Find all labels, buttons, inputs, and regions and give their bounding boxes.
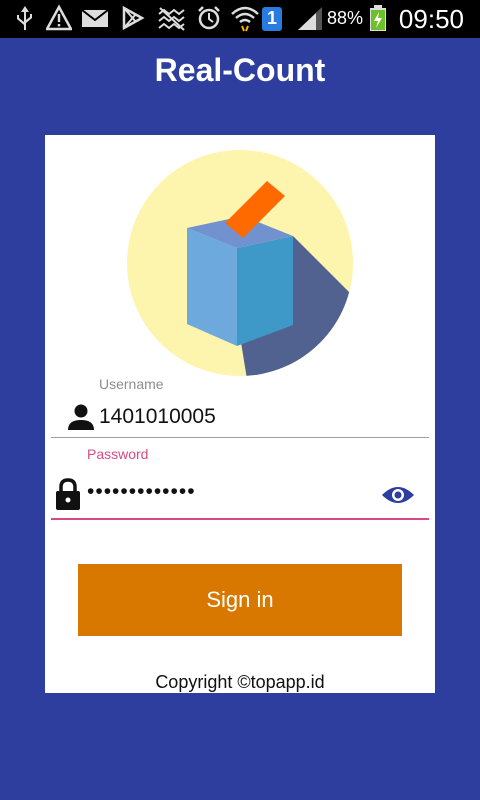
lock-icon (56, 478, 80, 510)
signal-icon (298, 7, 322, 30)
username-field[interactable]: 1401010005 (99, 405, 216, 429)
alarm-icon (198, 6, 220, 30)
no-signal-icon (158, 7, 185, 31)
username-label: Username (99, 376, 164, 392)
status-bar: 1 88% 09:50 (0, 0, 480, 38)
warning-icon (46, 4, 72, 31)
password-field[interactable]: ••••••••••••• (87, 480, 196, 504)
battery-icon (370, 5, 386, 31)
person-icon (68, 404, 94, 430)
usb-icon (17, 6, 32, 30)
wifi-icon (231, 6, 259, 32)
sim-badge: 1 (266, 8, 277, 28)
password-underline (51, 518, 429, 520)
password-label: Password (87, 446, 149, 462)
eye-icon[interactable] (381, 483, 415, 507)
play-store-icon (122, 5, 145, 31)
mail-icon (81, 9, 109, 27)
ballot-box-icon (127, 150, 353, 376)
username-underline (51, 437, 429, 438)
copyright-text: Copyright ©topapp.id (155, 672, 325, 692)
app-title: Real-Count (154, 52, 326, 88)
battery-percent: 88% (327, 8, 364, 28)
sim-icon: 1 (262, 7, 282, 31)
sign-in-button[interactable]: Sign in (78, 564, 402, 636)
login-card: Username 1401010005 Password •••••••••••… (45, 135, 435, 693)
clock: 09:50 (398, 4, 464, 34)
